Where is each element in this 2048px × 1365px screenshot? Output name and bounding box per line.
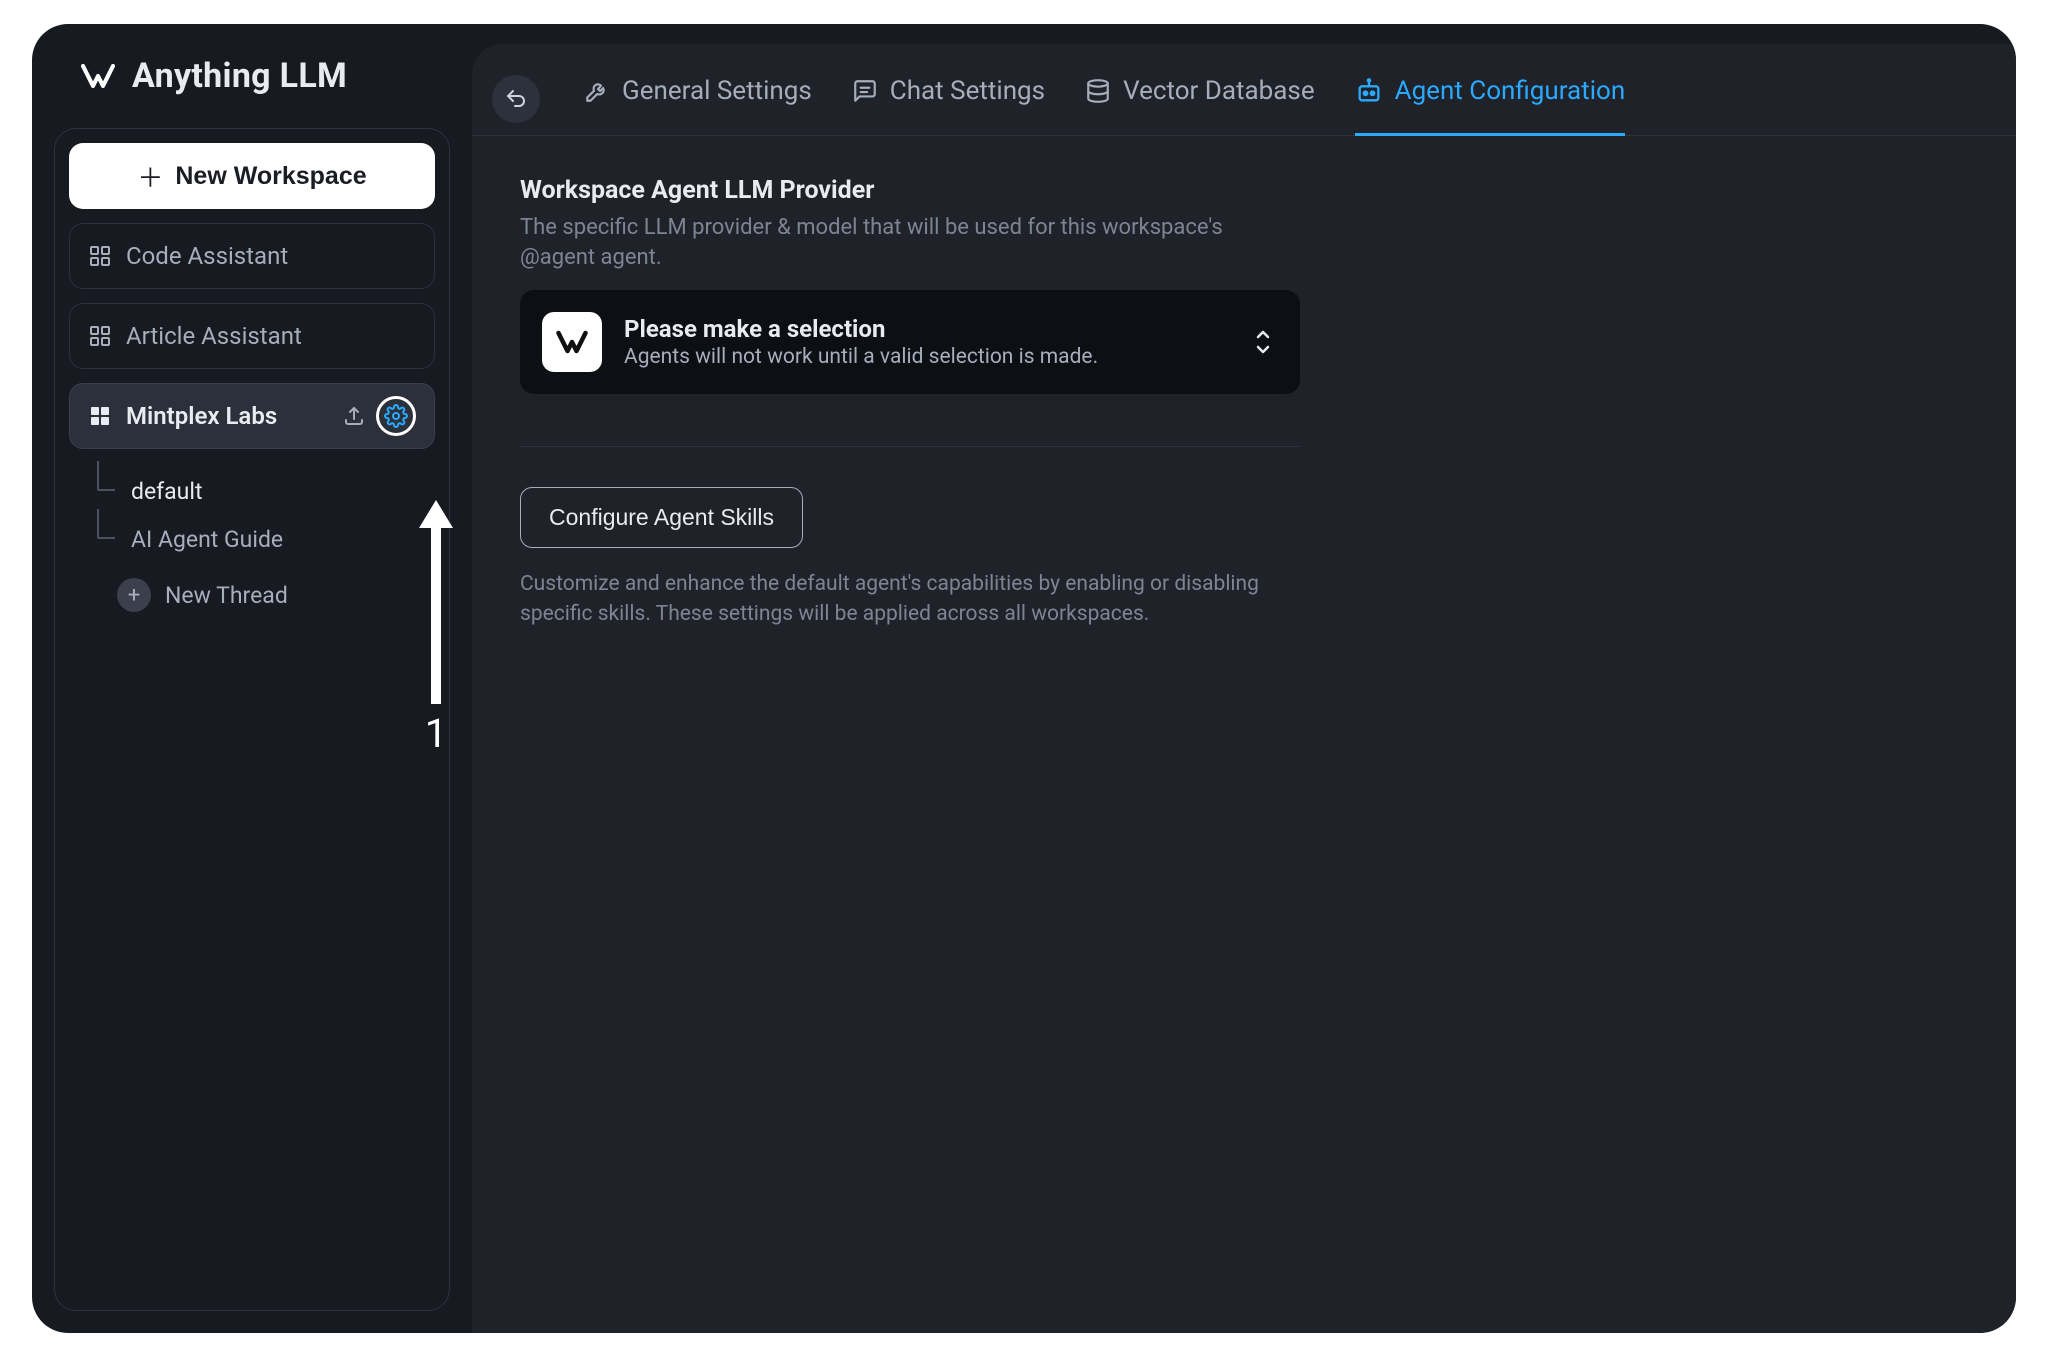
app-window: Anything LLM ＋ New Workspace Code Assist… [32,24,2016,1333]
workspace-item-article-assistant[interactable]: Article Assistant [69,303,435,369]
tab-label: Chat Settings [890,76,1045,106]
tab-label: General Settings [622,76,812,106]
workspace-settings-button[interactable] [376,396,416,436]
provider-description: The specific LLM provider & model that w… [520,213,1280,272]
workspace-item-code-assistant[interactable]: Code Assistant [69,223,435,289]
provider-heading: Workspace Agent LLM Provider [520,176,1384,205]
thread-label: default [131,478,202,505]
selector-subtitle: Agents will not work until a valid selec… [624,345,1232,369]
workspace-label: Code Assistant [126,242,416,270]
back-button[interactable] [492,75,540,123]
sidebar-panel: ＋ New Workspace Code Assistant Article A… [54,128,450,1311]
thread-list: default AI Agent Guide + New Thread [69,463,435,623]
provider-logo-icon [542,312,602,372]
workspace-label: Article Assistant [126,322,416,350]
new-workspace-label: New Workspace [175,162,366,191]
divider [520,446,1300,447]
robot-icon [1355,77,1383,105]
selector-title: Please make a selection [624,315,1232,343]
tab-label: Agent Configuration [1395,76,1626,106]
skills-description: Customize and enhance the default agent'… [520,570,1300,629]
branch-icon [93,515,119,563]
database-icon [1085,78,1111,104]
tab-chat-settings[interactable]: Chat Settings [852,63,1045,136]
tab-vector-database[interactable]: Vector Database [1085,63,1315,136]
plus-icon: + [117,578,151,612]
new-workspace-button[interactable]: ＋ New Workspace [69,143,435,209]
grid-icon [88,404,112,428]
workspace-item-mintplex-labs[interactable]: Mintplex Labs [69,383,435,449]
chevron-updown-icon [1254,329,1272,355]
agent-config-content: Workspace Agent LLM Provider The specifi… [472,136,1432,669]
chat-icon [852,78,878,104]
plus-icon: ＋ [137,158,163,195]
tab-agent-configuration[interactable]: Agent Configuration [1355,63,1626,136]
configure-agent-skills-button[interactable]: Configure Agent Skills [520,487,803,548]
gear-icon [384,404,408,428]
grid-icon [88,324,112,348]
main-panel: General Settings Chat Settings Vector Da… [472,44,2016,1333]
llm-provider-selector[interactable]: Please make a selection Agents will not … [520,290,1300,394]
settings-tabbar: General Settings Chat Settings Vector Da… [472,44,2016,136]
branch-icon [93,467,119,515]
sidebar: Anything LLM ＋ New Workspace Code Assist… [32,24,472,1333]
new-thread-button[interactable]: + New Thread [93,567,435,623]
thread-label: AI Agent Guide [131,526,283,553]
brand-logo-icon [78,56,118,96]
thread-default[interactable]: default [93,467,435,515]
selector-text: Please make a selection Agents will not … [624,315,1232,369]
brand-name: Anything LLM [132,56,347,96]
thread-ai-agent-guide[interactable]: AI Agent Guide [93,515,435,563]
brand: Anything LLM [54,52,450,106]
tab-general-settings[interactable]: General Settings [584,63,812,136]
grid-icon [88,244,112,268]
workspace-label: Mintplex Labs [126,402,328,430]
new-thread-label: New Thread [165,582,288,609]
wrench-icon [584,78,610,104]
undo-icon [504,87,528,111]
upload-icon[interactable] [342,404,366,428]
tab-label: Vector Database [1123,76,1315,106]
